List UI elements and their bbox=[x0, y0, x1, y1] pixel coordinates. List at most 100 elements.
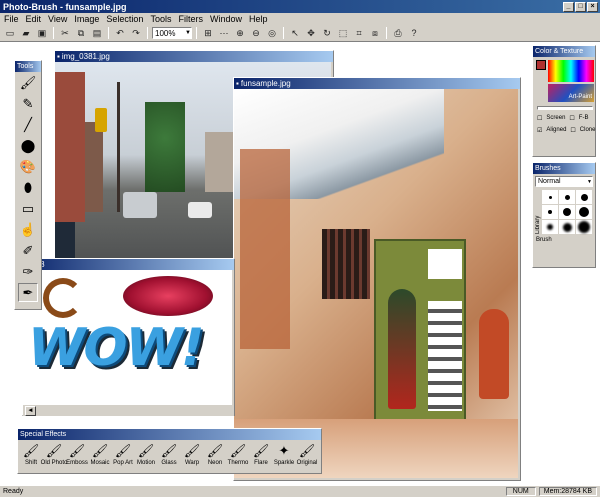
effect-original[interactable]: 🖌 Original bbox=[296, 442, 318, 466]
menu-view[interactable]: View bbox=[48, 14, 67, 24]
screen-label: Screen bbox=[546, 115, 566, 121]
texture-name: Art-Paint bbox=[568, 94, 592, 100]
menu-window[interactable]: Window bbox=[210, 14, 242, 24]
menu-bar: File Edit View Image Selection Tools Fil… bbox=[0, 13, 600, 25]
chevron-down-icon: ▼ bbox=[587, 178, 592, 185]
menu-file[interactable]: File bbox=[4, 14, 19, 24]
effect-glass[interactable]: 🖌 Glass bbox=[158, 442, 180, 466]
fb-checkbox[interactable]: ☐ bbox=[569, 115, 574, 122]
menu-edit[interactable]: Edit bbox=[26, 14, 42, 24]
effect-shift[interactable]: 🖌 Shift bbox=[20, 442, 42, 466]
fit-icon[interactable]: ⊞ bbox=[201, 27, 215, 40]
brush-tool-icon[interactable]: 🖌 bbox=[18, 73, 38, 92]
blend-mode-value: Normal bbox=[538, 178, 561, 185]
menu-help[interactable]: Help bbox=[249, 14, 268, 24]
effect-emboss[interactable]: 🖌 Emboss bbox=[66, 442, 88, 466]
rotate-icon[interactable]: ↻ bbox=[320, 27, 334, 40]
undo-icon[interactable]: ↶ bbox=[113, 27, 127, 40]
screen-checkbox[interactable]: ☐ bbox=[537, 115, 542, 122]
paste-icon[interactable]: ▤ bbox=[90, 27, 104, 40]
effect-flare[interactable]: 🖌 Flare bbox=[250, 442, 272, 466]
brush-preset[interactable] bbox=[542, 220, 558, 234]
wow-window[interactable]: ▪ wo8 WOW! ◂ bbox=[22, 258, 235, 416]
menu-tools[interactable]: Tools bbox=[150, 14, 171, 24]
thermo-effect-icon: 🖌 bbox=[229, 443, 247, 458]
select-icon[interactable]: ⬚ bbox=[336, 27, 350, 40]
print-icon[interactable]: ⎙ bbox=[391, 27, 405, 40]
menu-image[interactable]: Image bbox=[74, 14, 99, 24]
lips bbox=[123, 276, 213, 316]
zoom-in-icon[interactable]: ⊕ bbox=[233, 27, 247, 40]
transform-icon[interactable]: ⧈ bbox=[368, 27, 382, 40]
effect-pop-art[interactable]: 🖌 Pop Art bbox=[112, 442, 134, 466]
selected-tool-icon[interactable]: ✒ bbox=[18, 283, 38, 302]
brush-preset[interactable] bbox=[542, 205, 558, 219]
menu-filters[interactable]: Filters bbox=[178, 14, 203, 24]
brush-preset[interactable] bbox=[559, 220, 575, 234]
brush-footer: Brush bbox=[536, 237, 552, 243]
effect-old-photo[interactable]: 🖌 Old Photo bbox=[41, 442, 68, 466]
pencil-tool-icon[interactable]: ✎ bbox=[18, 94, 38, 113]
toolbar: ▭ ▰ ▣ ✂ ⧉ ▤ ↶ ↷ 100% ▼ ⊞ ⋯ ⊕ ⊖ ◎ ↖ ✥ ↻ ⬚… bbox=[0, 25, 600, 42]
save-icon[interactable]: ▣ bbox=[35, 27, 49, 40]
pointer-icon[interactable]: ↖ bbox=[288, 27, 302, 40]
move-icon[interactable]: ✥ bbox=[304, 27, 318, 40]
line-tool-icon[interactable]: ╱ bbox=[18, 115, 38, 134]
main-window-titlebar: ▪ funsample.jpg bbox=[234, 78, 520, 89]
wow-scrollbar[interactable]: ◂ bbox=[23, 405, 234, 416]
aligned-checkbox[interactable]: ☑ bbox=[537, 127, 542, 134]
palette-tool-icon[interactable]: 🎨 bbox=[18, 157, 38, 176]
foreground-color-swatch[interactable] bbox=[536, 60, 546, 70]
crop-icon[interactable]: ⌗ bbox=[352, 27, 366, 40]
grid-icon[interactable]: ⋯ bbox=[217, 27, 231, 40]
effect-mosaic[interactable]: 🖌 Mosaic bbox=[89, 442, 111, 466]
brush-preset[interactable] bbox=[542, 190, 558, 204]
brush-preset[interactable] bbox=[576, 190, 592, 204]
main-image-window[interactable]: ▪ funsample.jpg bbox=[233, 77, 521, 481]
effect-sparkle[interactable]: ✦ Sparkle bbox=[273, 442, 295, 466]
clone-tool-icon[interactable]: ✑ bbox=[18, 262, 38, 281]
brush-preset[interactable] bbox=[576, 220, 592, 234]
help-icon[interactable]: ? bbox=[407, 27, 421, 40]
texture-preview[interactable]: Art-Paint bbox=[548, 84, 594, 102]
clone-checkbox[interactable]: ☐ bbox=[570, 127, 575, 134]
minimize-icon[interactable]: _ bbox=[563, 1, 574, 12]
cut-icon[interactable]: ✂ bbox=[58, 27, 72, 40]
scroll-left-icon[interactable]: ◂ bbox=[25, 405, 36, 416]
shift-effect-icon: 🖌 bbox=[22, 443, 40, 458]
zoom-out-icon[interactable]: ⊖ bbox=[249, 27, 263, 40]
zoom-select[interactable]: 100% ▼ bbox=[152, 27, 192, 39]
effect-thermo[interactable]: 🖌 Thermo bbox=[227, 442, 249, 466]
mosaic-effect-icon: 🖌 bbox=[91, 443, 109, 458]
open-folder-icon[interactable]: ▰ bbox=[19, 27, 33, 40]
color-spectrum[interactable] bbox=[548, 60, 594, 82]
smudge-tool-icon[interactable]: ☝ bbox=[18, 220, 38, 239]
button-grid bbox=[428, 301, 462, 411]
status-bar: Ready NUM Mem:28784 KB bbox=[0, 485, 600, 497]
blend-mode-select[interactable]: Normal ▼ bbox=[535, 176, 593, 187]
redo-icon[interactable]: ↷ bbox=[129, 27, 143, 40]
stamp-tool-icon[interactable]: ⬤ bbox=[18, 136, 38, 155]
effect-warp[interactable]: 🖌 Warp bbox=[181, 442, 203, 466]
fill-tool-icon[interactable]: ⬮ bbox=[18, 178, 38, 197]
effect-neon[interactable]: 🖌 Neon bbox=[204, 442, 226, 466]
menu-selection[interactable]: Selection bbox=[106, 14, 143, 24]
copy-icon[interactable]: ⧉ bbox=[74, 27, 88, 40]
eyedropper-tool-icon[interactable]: ✐ bbox=[18, 241, 38, 260]
effect-motion[interactable]: 🖌 Motion bbox=[135, 442, 157, 466]
brushes-titlebar: Brushes bbox=[533, 163, 595, 174]
new-file-icon[interactable]: ▭ bbox=[3, 27, 17, 40]
storefront-left bbox=[240, 149, 290, 349]
brush-preset[interactable] bbox=[559, 190, 575, 204]
opacity-slider[interactable] bbox=[537, 106, 593, 110]
brush-preset[interactable] bbox=[559, 205, 575, 219]
fb-label: F-B bbox=[578, 115, 589, 121]
brush-preset[interactable] bbox=[576, 205, 592, 219]
maximize-icon[interactable]: □ bbox=[575, 1, 586, 12]
eraser-tool-icon[interactable]: ▭ bbox=[18, 199, 38, 218]
old-photo-effect-icon: 🖌 bbox=[45, 443, 63, 458]
actual-size-icon[interactable]: ◎ bbox=[265, 27, 279, 40]
close-icon[interactable]: × bbox=[587, 1, 598, 12]
document-icon: ▪ bbox=[236, 79, 239, 88]
car bbox=[123, 192, 157, 218]
